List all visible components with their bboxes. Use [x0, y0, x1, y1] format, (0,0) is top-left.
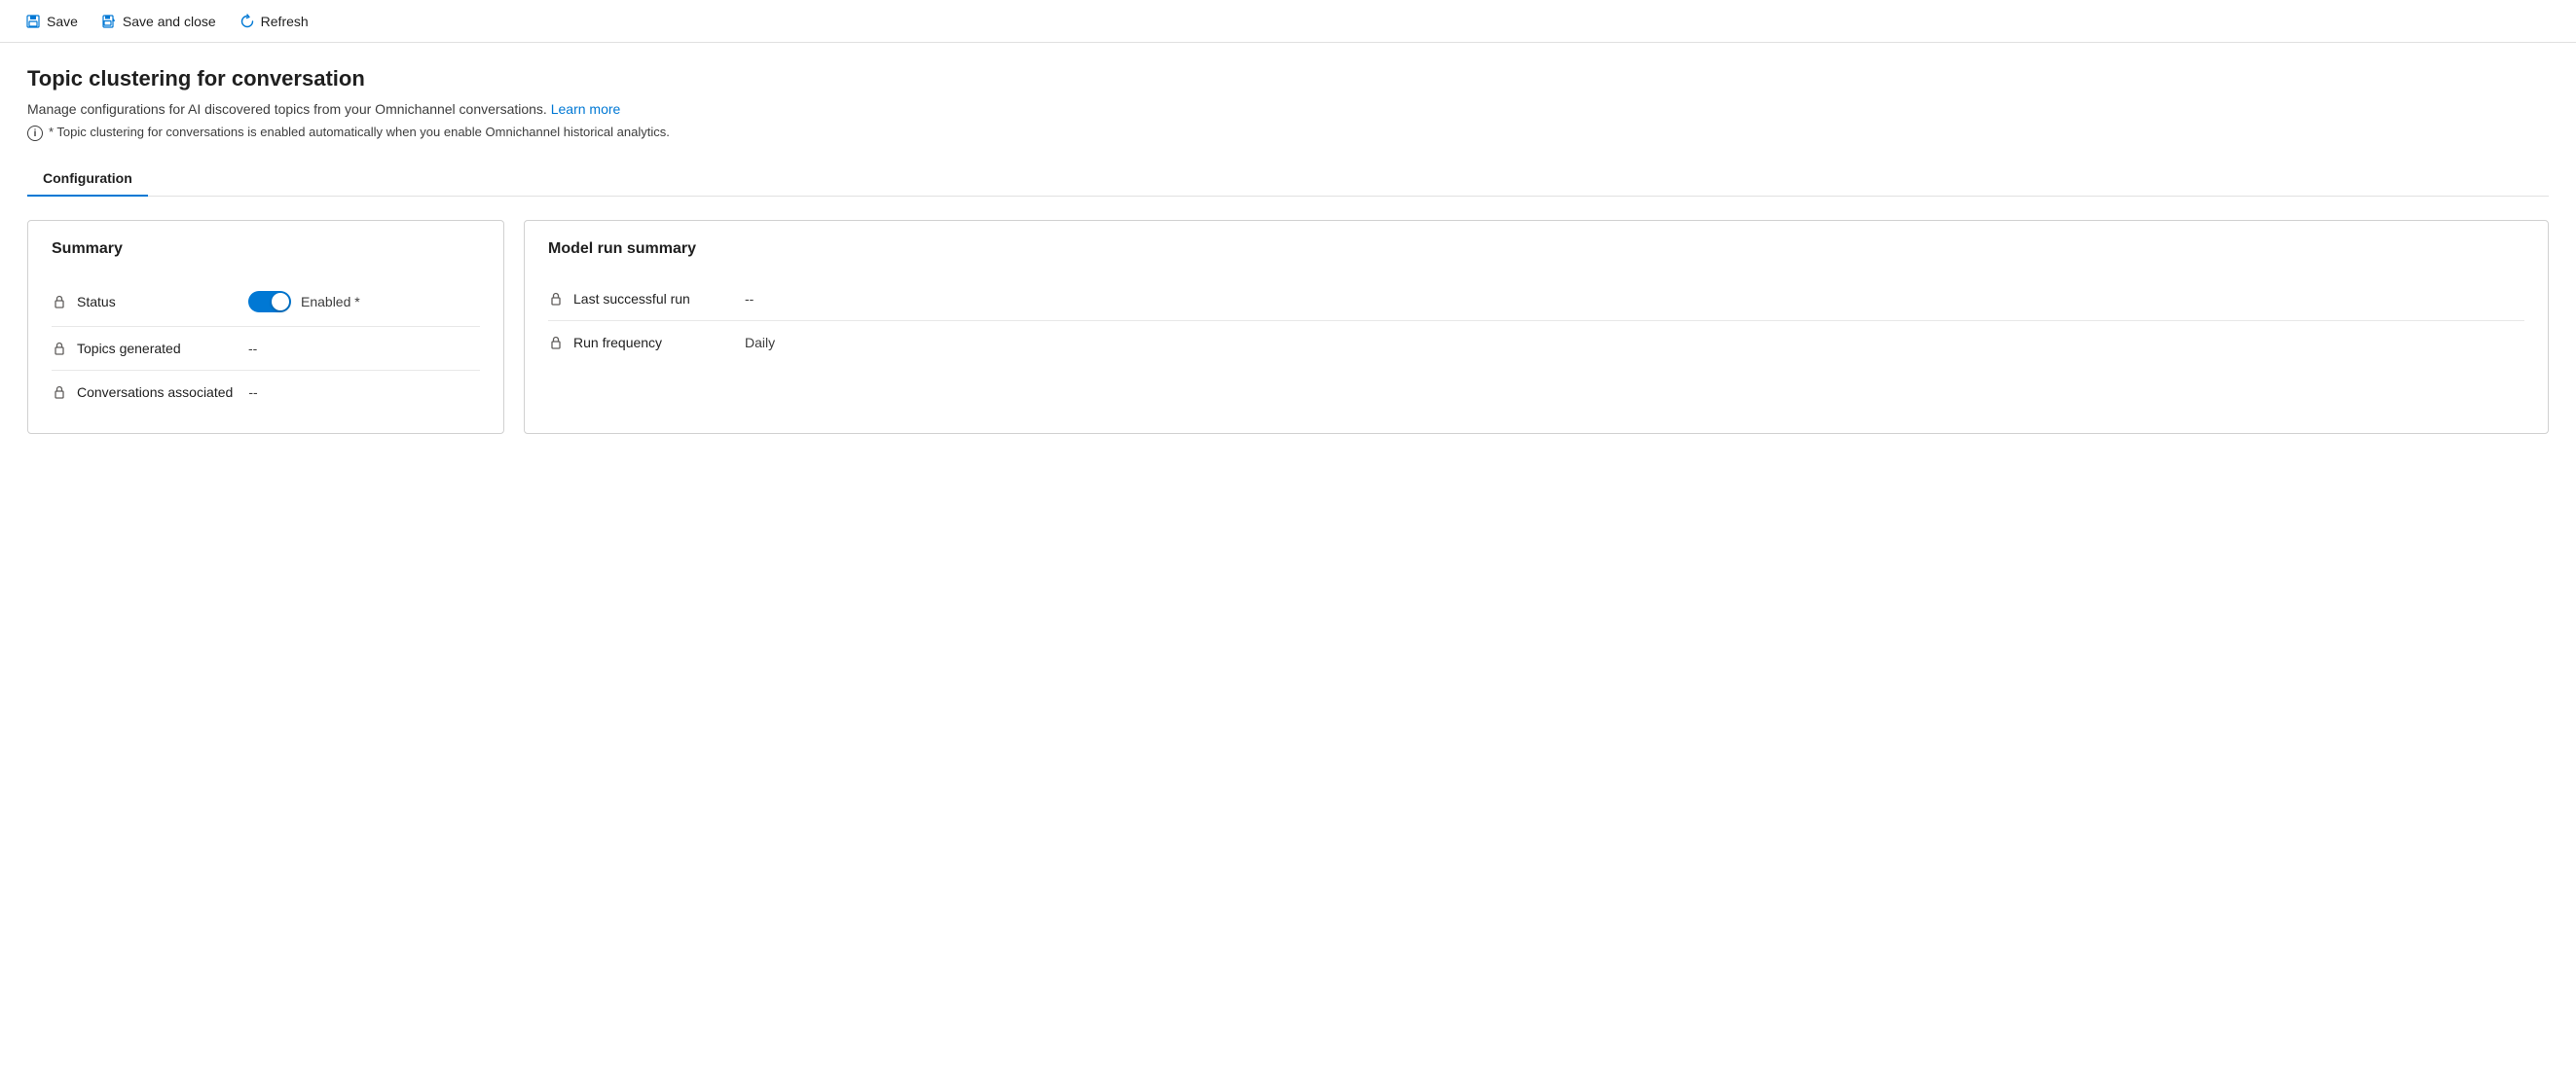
- save-close-label: Save and close: [123, 14, 216, 29]
- description-text: Manage configurations for AI discovered …: [27, 101, 547, 117]
- conversations-lock-icon: [52, 384, 67, 400]
- page-description: Manage configurations for AI discovered …: [27, 101, 2549, 117]
- status-label: Status: [77, 294, 233, 309]
- status-toggle-container: Enabled *: [248, 291, 360, 312]
- refresh-button[interactable]: Refresh: [230, 8, 318, 35]
- summary-card-title: Summary: [52, 240, 480, 258]
- status-toggle-label: Enabled *: [301, 294, 360, 309]
- save-and-close-button[interactable]: Save and close: [92, 8, 226, 35]
- save-label: Save: [47, 14, 78, 29]
- last-run-value: --: [745, 291, 754, 307]
- refresh-icon: [239, 14, 255, 29]
- model-run-card-title: Model run summary: [548, 240, 2524, 258]
- page-title: Topic clustering for conversation: [27, 66, 2549, 91]
- save-button[interactable]: Save: [16, 8, 88, 35]
- refresh-label: Refresh: [261, 14, 309, 29]
- conversations-associated-field-row: Conversations associated --: [52, 371, 480, 414]
- main-content: Topic clustering for conversation Manage…: [0, 43, 2576, 457]
- save-close-icon: [101, 14, 117, 29]
- tabs-container: Configuration: [27, 161, 2549, 197]
- toggle-slider: [248, 291, 291, 312]
- status-field-row: Status Enabled *: [52, 277, 480, 327]
- cards-container: Summary Status Enabled *: [27, 220, 2549, 434]
- run-frequency-lock-icon: [548, 335, 564, 350]
- toolbar: Save Save and close Refresh: [0, 0, 2576, 43]
- save-icon: [25, 14, 41, 29]
- last-run-lock-icon: [548, 291, 564, 307]
- tab-configuration[interactable]: Configuration: [27, 161, 148, 196]
- conversations-associated-value: --: [248, 384, 257, 400]
- topics-generated-value: --: [248, 341, 257, 356]
- status-lock-icon: [52, 294, 67, 309]
- run-frequency-label: Run frequency: [573, 335, 729, 350]
- last-run-label: Last successful run: [573, 291, 729, 307]
- tab-configuration-label: Configuration: [43, 170, 132, 186]
- status-toggle[interactable]: [248, 291, 291, 312]
- summary-card: Summary Status Enabled *: [27, 220, 504, 434]
- topics-lock-icon: [52, 341, 67, 356]
- conversations-associated-label: Conversations associated: [77, 384, 233, 400]
- learn-more-link[interactable]: Learn more: [551, 101, 621, 117]
- topics-generated-field-row: Topics generated --: [52, 327, 480, 371]
- info-icon: i: [27, 126, 43, 141]
- model-run-card: Model run summary Last successful run --: [524, 220, 2549, 434]
- run-frequency-field-row: Run frequency Daily: [548, 321, 2524, 364]
- topics-generated-label: Topics generated: [77, 341, 233, 356]
- run-frequency-value: Daily: [745, 335, 775, 350]
- info-note: i * Topic clustering for conversations i…: [27, 125, 2549, 141]
- last-run-field-row: Last successful run --: [548, 277, 2524, 321]
- info-note-text: * Topic clustering for conversations is …: [49, 125, 670, 139]
